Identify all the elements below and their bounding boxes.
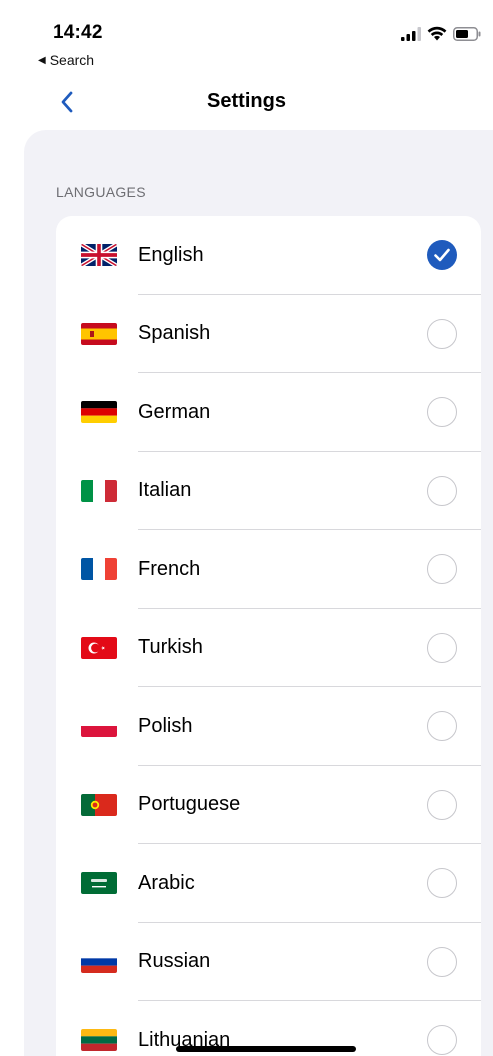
language-row-spanish[interactable]: Spanish <box>56 295 481 373</box>
nav-bar: Settings <box>0 78 493 126</box>
language-row-english[interactable]: English <box>56 216 481 295</box>
checkmark-icon <box>434 248 450 262</box>
italy-flag-icon <box>81 479 117 502</box>
language-label: French <box>138 557 201 580</box>
status-time: 14:42 <box>53 22 103 43</box>
language-radio[interactable] <box>427 868 457 899</box>
germany-flag-icon <box>81 401 117 424</box>
language-radio[interactable] <box>427 632 457 663</box>
status-bar: 14:42 ◀ Search <box>0 0 493 72</box>
selected-checkmark-radio[interactable] <box>427 240 457 271</box>
turkey-flag-icon <box>81 636 117 659</box>
home-indicator[interactable] <box>176 1046 356 1052</box>
language-label: Portuguese <box>138 793 241 816</box>
language-radio[interactable] <box>427 789 457 820</box>
status-icons <box>401 26 481 41</box>
language-radio[interactable] <box>427 554 457 585</box>
language-row-portuguese[interactable]: Portuguese <box>56 766 481 844</box>
language-label: Arabic <box>138 871 195 894</box>
language-label: Russian <box>138 950 211 973</box>
back-to-search-label: Search <box>49 52 95 68</box>
language-label: German <box>138 400 211 423</box>
poland-flag-icon <box>81 715 117 738</box>
language-label: English <box>138 243 204 266</box>
language-radio[interactable] <box>427 946 457 977</box>
language-radio[interactable] <box>427 397 457 428</box>
russia-flag-icon <box>81 950 117 973</box>
cellular-signal-icon <box>401 26 421 41</box>
language-label: Spanish <box>138 322 211 345</box>
lithuania-flag-icon <box>81 1029 117 1052</box>
language-label: Polish <box>138 714 193 737</box>
battery-icon <box>453 26 481 41</box>
language-row-italian[interactable]: Italian <box>56 452 481 530</box>
language-row-polish[interactable]: Polish <box>56 687 481 766</box>
back-to-search-link[interactable]: ◀ Search <box>38 52 94 68</box>
wifi-icon <box>427 26 447 41</box>
france-flag-icon <box>81 558 117 581</box>
language-label: Turkish <box>138 636 203 659</box>
settings-screen: 14:42 ◀ Search Settings LANGUAGES Englis… <box>0 0 493 1056</box>
language-row-german[interactable]: German <box>56 373 481 452</box>
language-radio[interactable] <box>427 1025 457 1056</box>
language-row-french[interactable]: French <box>56 530 481 609</box>
language-radio[interactable] <box>427 475 457 506</box>
language-list: English Spanish German Italian French Tu… <box>56 216 481 1056</box>
back-triangle-icon: ◀ <box>38 54 46 66</box>
portugal-flag-icon <box>81 793 117 816</box>
section-header-languages: LANGUAGES <box>56 184 146 200</box>
language-row-turkish[interactable]: Turkish <box>56 609 481 687</box>
language-radio[interactable] <box>427 318 457 349</box>
language-radio[interactable] <box>427 711 457 742</box>
page-title: Settings <box>207 90 286 112</box>
language-row-arabic[interactable]: Arabic <box>56 844 481 923</box>
saudi-arabia-flag-icon <box>81 872 117 895</box>
language-row-russian[interactable]: Russian <box>56 923 481 1001</box>
uk-flag-icon <box>81 244 117 267</box>
language-label: Italian <box>138 479 192 502</box>
spain-flag-icon <box>81 322 117 345</box>
